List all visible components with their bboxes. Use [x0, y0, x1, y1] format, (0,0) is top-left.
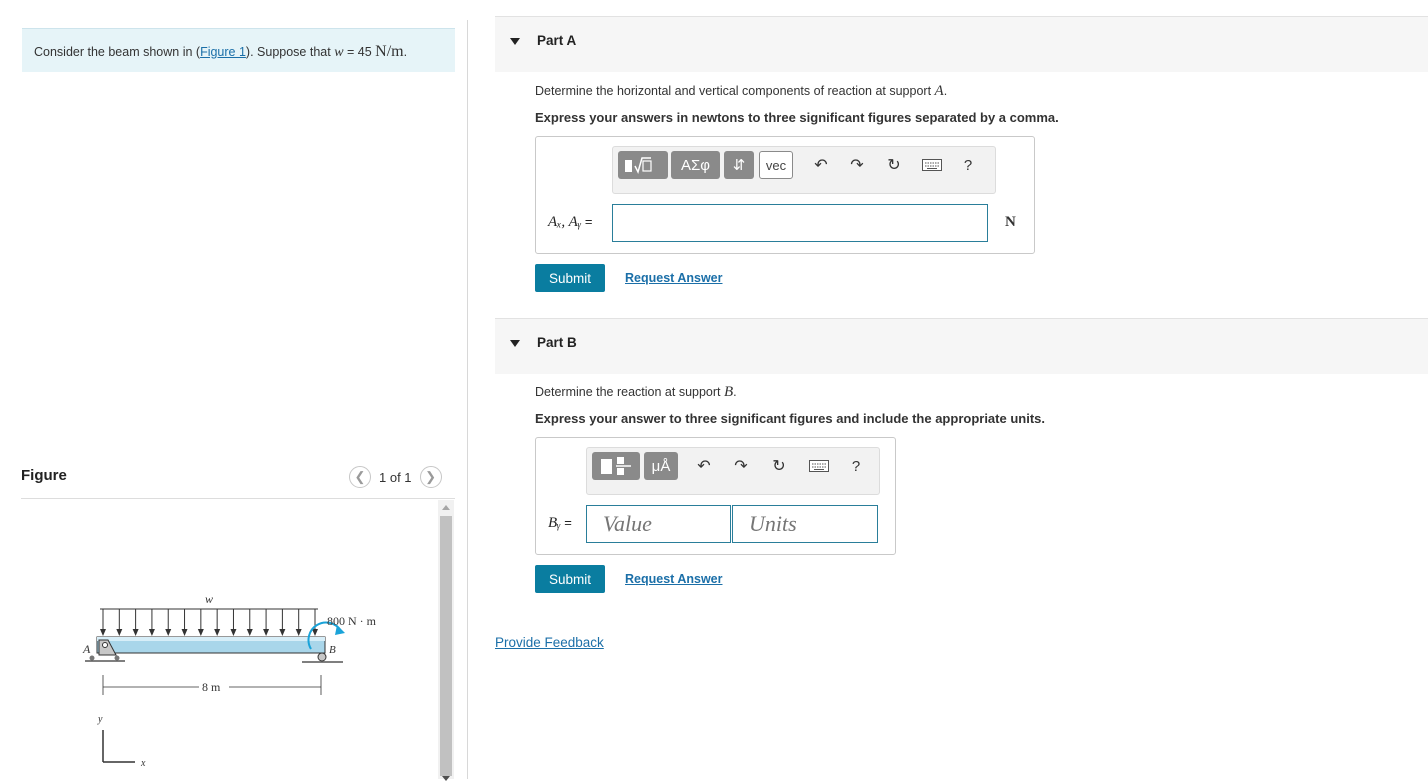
- redo-icon[interactable]: ↷: [846, 153, 868, 177]
- help-icon[interactable]: ?: [845, 454, 867, 478]
- load-arrow-head: [165, 629, 172, 636]
- templates-sqrt-icon[interactable]: [618, 151, 668, 179]
- load-arrow-head: [295, 629, 302, 636]
- moment-label: 800 N · m: [327, 614, 377, 628]
- load-arrow-head: [197, 629, 204, 636]
- span-label: 8 m: [202, 680, 221, 694]
- load-arrow-head: [246, 629, 253, 636]
- part-b-toolbar: μÅ ↶ ↷ ↻ ?: [586, 447, 880, 495]
- figure-scrollbar[interactable]: [438, 500, 454, 781]
- part-a-submit-button[interactable]: Submit: [535, 264, 605, 292]
- undo-icon[interactable]: ↶: [693, 454, 715, 478]
- part-b-label: Part B: [537, 335, 577, 350]
- redo-icon[interactable]: ↷: [730, 454, 752, 478]
- load-arrow-head: [116, 629, 123, 636]
- load-arrow-head: [312, 629, 318, 636]
- load-arrow-head: [230, 629, 237, 636]
- keyboard-icon[interactable]: [808, 454, 830, 478]
- problem-variable: w: [334, 45, 344, 60]
- reset-icon[interactable]: ↻: [883, 153, 905, 177]
- load-arrow-head: [181, 629, 188, 636]
- chevron-right-icon[interactable]: ❯: [419, 466, 442, 488]
- load-arrow-head: [263, 629, 270, 636]
- beam-figure: w A B 800 N · m 8 m y x: [75, 585, 385, 770]
- load-arrow-head: [148, 629, 155, 636]
- part-a-answer-box: ΑΣφ ⇵ vec ↶ ↷ ↻ ? Aₓ, Aᵧ = N: [535, 136, 1035, 254]
- part-b-submit-button[interactable]: Submit: [535, 565, 605, 593]
- part-b-header[interactable]: Part B: [495, 318, 1428, 374]
- arrows-button[interactable]: ⇵: [724, 151, 754, 179]
- figure-title: Figure: [21, 467, 67, 484]
- roller-b: [317, 652, 327, 662]
- part-b-instruction: Express your answer to three significant…: [535, 411, 1045, 426]
- pager-text: 1 of 1: [379, 469, 412, 485]
- problem-text: Consider the beam shown in (Figure 1). S…: [34, 43, 408, 60]
- part-a-header[interactable]: Part A: [495, 16, 1428, 72]
- undo-icon[interactable]: ↶: [810, 153, 832, 177]
- part-a-variable-label: Aₓ, Aᵧ =: [548, 214, 593, 230]
- column-divider: [467, 20, 468, 779]
- pin-a: [102, 642, 108, 648]
- reset-icon[interactable]: ↻: [768, 454, 790, 478]
- problem-statement: Consider the beam shown in (Figure 1). S…: [22, 28, 455, 72]
- problem-unit: N/m: [375, 43, 404, 60]
- part-b-value-input[interactable]: [586, 505, 731, 543]
- support-a-label: A: [82, 642, 91, 656]
- help-icon[interactable]: ?: [957, 153, 979, 177]
- part-a-request-answer-link[interactable]: Request Answer: [625, 271, 722, 285]
- load-label: w: [205, 592, 213, 606]
- keyboard-icon[interactable]: [921, 153, 943, 177]
- part-a-question: Determine the horizontal and vertical co…: [535, 83, 948, 99]
- collapse-triangle-icon[interactable]: [510, 340, 520, 347]
- part-b-question: Determine the reaction at support B.: [535, 384, 737, 400]
- part-a-unit: N: [1005, 214, 1016, 230]
- part-a-instruction: Express your answers in newtons to three…: [535, 110, 1059, 125]
- provide-feedback-link[interactable]: Provide Feedback: [495, 635, 604, 650]
- left-panel: Consider the beam shown in (Figure 1). S…: [0, 0, 468, 781]
- figure-pager: ❮ 1 of 1 ❯: [349, 466, 442, 488]
- beam-highlight: [97, 637, 325, 641]
- part-b-variable-label: Bᵧ =: [548, 515, 572, 531]
- collapse-triangle-icon[interactable]: [510, 38, 520, 45]
- part-b-answer-box: μÅ ↶ ↷ ↻ ? Bᵧ =: [535, 437, 896, 555]
- part-a-label: Part A: [537, 33, 577, 48]
- figure-divider: [21, 498, 455, 499]
- units-button[interactable]: μÅ: [644, 452, 678, 480]
- greek-symbols-button[interactable]: ΑΣφ: [671, 151, 720, 179]
- roller-a-1: [89, 655, 95, 661]
- axis-x-label: x: [140, 758, 146, 769]
- support-b-label: B: [329, 644, 336, 656]
- axis-y-label: y: [97, 714, 103, 725]
- beam-diagram: w A B 800 N · m 8 m y x: [82, 592, 377, 769]
- part-a-answer-input[interactable]: [612, 204, 988, 242]
- load-arrow-head: [214, 629, 221, 636]
- load-arrow-head: [100, 629, 106, 636]
- load-arrows: [100, 609, 318, 636]
- roller-a-2: [114, 655, 120, 661]
- scroll-up-icon[interactable]: [442, 505, 450, 510]
- scroll-thumb[interactable]: [440, 516, 452, 776]
- part-b-units-input[interactable]: [732, 505, 878, 543]
- part-a-toolbar: ΑΣφ ⇵ vec ↶ ↷ ↻ ?: [612, 146, 996, 194]
- figure-link[interactable]: Figure 1: [200, 45, 246, 59]
- load-arrow-head: [279, 629, 286, 636]
- load-arrow-head: [132, 629, 139, 636]
- templates-fraction-icon[interactable]: [592, 452, 640, 480]
- chevron-left-icon[interactable]: ❮: [349, 466, 371, 488]
- vec-button[interactable]: vec: [759, 151, 793, 179]
- part-b-request-answer-link[interactable]: Request Answer: [625, 572, 722, 586]
